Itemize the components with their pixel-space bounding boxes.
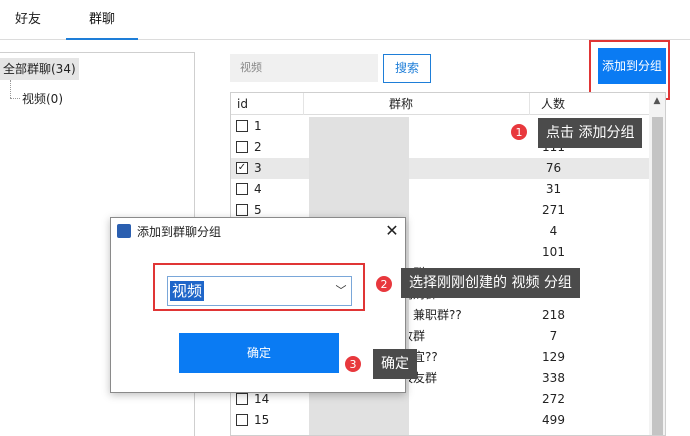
add-to-group-button[interactable]: 添加到分组 [598, 48, 666, 84]
row-checkbox[interactable]: ✓ [236, 162, 248, 174]
chevron-down-icon[interactable]: ﹀ [333, 279, 349, 303]
row-checkbox[interactable] [236, 204, 248, 216]
search-input[interactable]: 视频 [230, 54, 378, 82]
group-select-value: 视频 [170, 281, 205, 301]
group-select[interactable]: 视频 ﹀ [167, 276, 352, 306]
row-member-count: 272 [542, 392, 565, 406]
row-member-count [531, 431, 576, 435]
scrollbar-thumb[interactable] [652, 117, 663, 435]
confirm-button[interactable]: 确定 [179, 333, 339, 373]
tree-item-video[interactable]: 视频(0) [22, 90, 63, 108]
row-checkbox[interactable] [236, 120, 248, 132]
tree-item-all-groups[interactable]: 全部群聊(34) [0, 58, 79, 80]
search-button[interactable]: 搜索 [383, 54, 431, 83]
row-checkbox[interactable] [236, 393, 248, 405]
dialog-title: 添加到群聊分组 [137, 225, 222, 239]
table-row[interactable]: 4 31 [231, 179, 651, 200]
step-badge-2: 2 [375, 275, 393, 293]
row-checkbox[interactable] [236, 414, 248, 426]
row-member-count: 338 [542, 371, 565, 385]
step-badge-3: 3 [344, 355, 362, 373]
app-icon [117, 224, 131, 238]
tree-connector [10, 80, 11, 98]
column-header-id[interactable]: id [237, 93, 248, 115]
row-member-count: 271 [542, 203, 565, 217]
row-id: 4 [254, 182, 262, 196]
row-member-count: 499 [542, 413, 565, 427]
row-id: 16 [254, 431, 269, 435]
row-id: 15 [254, 413, 270, 427]
scroll-up-icon[interactable]: ▲ [650, 95, 664, 107]
row-member-count: 31 [545, 182, 562, 196]
row-member-count: 76 [545, 161, 562, 175]
step-badge-1: 1 [510, 123, 528, 141]
row-checkbox[interactable] [236, 183, 248, 195]
tab-friends[interactable]: 好友 [0, 0, 56, 40]
row-id: 2 [254, 140, 262, 154]
row-member-count: 4 [549, 224, 558, 238]
row-id: 3 [254, 161, 262, 175]
row-member-count: 218 [542, 308, 565, 322]
row-member-count: 129 [542, 350, 565, 364]
row-member-count: 7 [549, 329, 558, 343]
row-id: 1 [254, 119, 262, 133]
step-tip-2: 选择刚刚创建的 视频 分组 [401, 268, 580, 298]
table-row[interactable]: ✓ 3 76 [231, 158, 651, 179]
column-header-count[interactable]: 人数 [541, 93, 565, 115]
close-icon[interactable]: ✕ [381, 220, 403, 242]
table-header: id 群称 人数 [231, 93, 665, 115]
tree-connector [10, 98, 20, 99]
column-header-name[interactable]: 群称 [389, 93, 413, 115]
column-divider [303, 93, 304, 115]
tab-group-chats[interactable]: 群聊 [66, 0, 138, 40]
step-tip-3: 确定 [373, 349, 417, 379]
table-row[interactable]: 15 499 [231, 410, 651, 431]
row-checkbox[interactable] [236, 141, 248, 153]
row-member-count: 101 [542, 245, 565, 259]
table-row[interactable]: 16 [231, 431, 651, 435]
column-divider [529, 93, 530, 115]
row-group-name: 】兼职群?? [401, 308, 462, 322]
step-tip-1: 点击 添加分组 [538, 118, 643, 148]
